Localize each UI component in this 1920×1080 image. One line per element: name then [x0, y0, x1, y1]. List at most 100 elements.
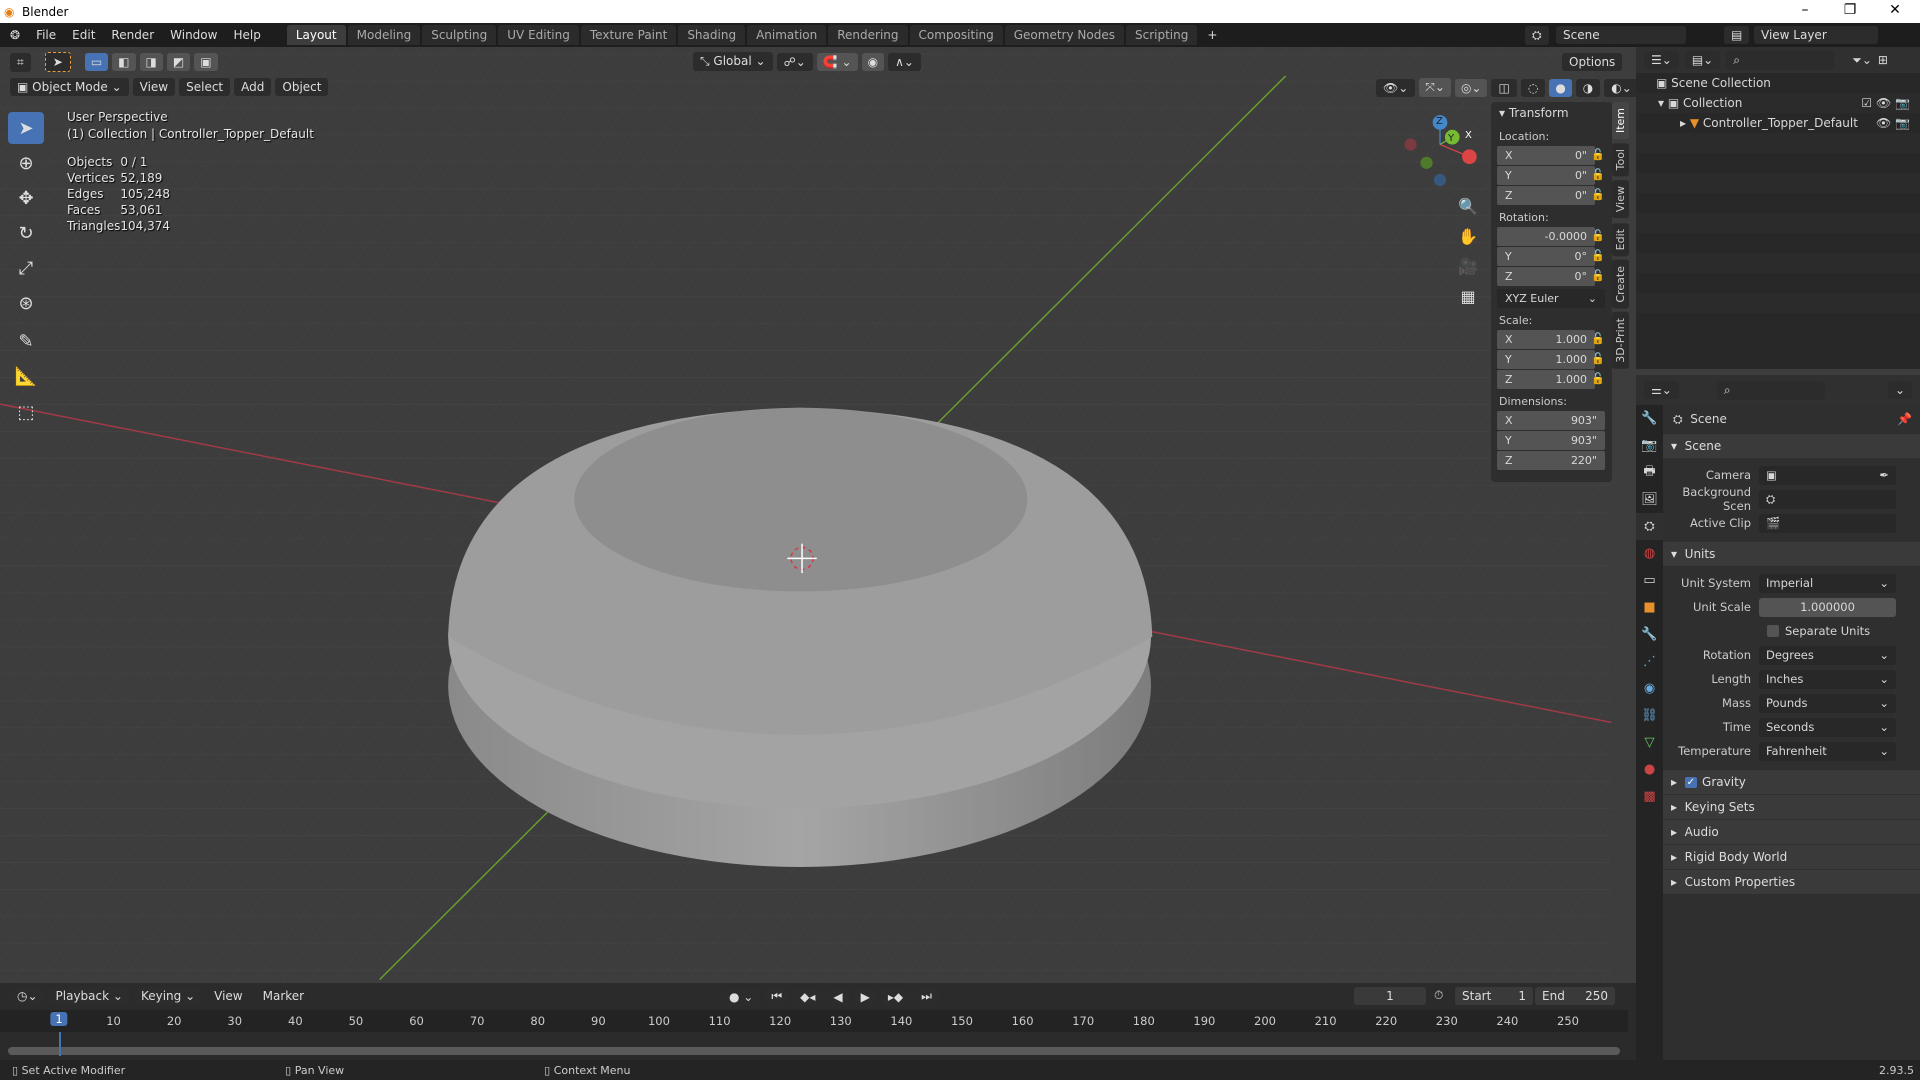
rotation-units-dropdown[interactable]: Degrees ⌄	[1759, 645, 1896, 665]
gizmo-toggle-icon[interactable]: ⤧⌄	[1419, 78, 1451, 97]
xray-icon[interactable]: ◫	[1491, 78, 1517, 97]
add-workspace-button[interactable]: +	[1199, 28, 1225, 42]
lock-icon[interactable]: 🔓	[1591, 188, 1605, 201]
pan-hand-icon[interactable]: ✋	[1454, 222, 1482, 252]
transform-header[interactable]: ▾ Transform	[1491, 102, 1612, 124]
select-mode-extend-icon[interactable]: ◧	[112, 53, 136, 71]
length-units-dropdown[interactable]: Inches ⌄	[1759, 669, 1896, 689]
time-units-dropdown[interactable]: Seconds ⌄	[1759, 717, 1896, 737]
background-scene-field[interactable]: ⛭	[1759, 489, 1896, 509]
viewport-menu-add[interactable]: Add	[234, 78, 272, 96]
viewport-menu-select[interactable]: Select	[179, 78, 231, 96]
blender-menu-icon[interactable]: ❂	[0, 28, 28, 42]
measure-icon[interactable]: 📐	[8, 360, 44, 392]
solid-shading-icon[interactable]: ●	[1549, 78, 1572, 97]
play-reverse-icon[interactable]: ◀	[826, 987, 850, 1006]
rotation-z-field[interactable]: Z 0°	[1497, 267, 1595, 286]
constraints-tab-icon[interactable]: ⛓	[1636, 702, 1663, 729]
start-frame-field[interactable]: Start 1	[1455, 987, 1533, 1005]
tab-scripting[interactable]: Scripting	[1125, 25, 1198, 45]
pin-icon[interactable]: 📌	[1897, 412, 1920, 426]
playhead-line[interactable]	[59, 1032, 61, 1056]
view-layer-icon[interactable]: ▤	[1724, 26, 1750, 44]
jump-start-icon[interactable]: ⏮	[764, 987, 790, 1006]
separate-units-checkbox[interactable]	[1767, 625, 1779, 637]
pivot-point-icon[interactable]: ☍⌄	[776, 52, 813, 71]
options-dropdown[interactable]: Options	[1562, 53, 1623, 71]
rotate-icon[interactable]: ↻	[8, 217, 44, 249]
camera-icon[interactable]: 📷	[1895, 116, 1910, 130]
menu-help[interactable]: Help	[225, 28, 268, 42]
eyedropper-icon[interactable]: ✒	[1879, 468, 1889, 482]
scale-y-field[interactable]: Y 1.000	[1497, 350, 1595, 369]
tab-layout[interactable]: Layout	[286, 25, 346, 45]
tab-shading[interactable]: Shading	[678, 25, 746, 45]
tool-tab-icon[interactable]: 🔧	[1636, 405, 1663, 432]
material-shading-icon[interactable]: ◑	[1575, 78, 1601, 97]
keying-menu[interactable]: Keying ⌄	[133, 987, 203, 1005]
annotate-icon[interactable]: ✎	[8, 325, 44, 357]
scene-section-header[interactable]: ▾ Scene	[1663, 434, 1920, 458]
unit-scale-field[interactable]: 1.000000	[1759, 597, 1896, 617]
lock-icon[interactable]: 🔓	[1591, 168, 1605, 181]
dimension-y-field[interactable]: Y 903"	[1497, 431, 1605, 450]
mode-dropdown[interactable]: ▣ Object Mode ⌄	[10, 78, 129, 96]
prev-keyframe-icon[interactable]: ◆◂	[793, 987, 823, 1006]
jump-end-icon[interactable]: ⏭	[914, 987, 939, 1006]
render-tab-icon[interactable]: 📷	[1636, 432, 1663, 459]
editor-type-icon[interactable]: ⚌⌄	[1644, 381, 1679, 399]
menu-file[interactable]: File	[28, 28, 64, 42]
select-box-icon[interactable]: ➤	[8, 112, 44, 144]
cursor-icon[interactable]: ⊕	[8, 147, 44, 179]
unit-system-dropdown[interactable]: Imperial ⌄	[1759, 573, 1896, 593]
scene-field[interactable]: Scene	[1556, 26, 1686, 44]
scene-tab-icon[interactable]: ⛭	[1636, 513, 1663, 540]
sidebar-tab-view[interactable]: View	[1612, 180, 1629, 219]
timeline-scrollbar[interactable]	[8, 1047, 1620, 1055]
outliner-row-scene-collection[interactable]: ▣ Scene Collection	[1636, 73, 1920, 93]
falloff-icon[interactable]: ∧⌄	[888, 52, 921, 71]
frame-ruler[interactable]: 1 10 20 30 40 50 60 70 80 90 100 110 120 130 140 150 160…	[0, 1010, 1628, 1032]
output-tab-icon[interactable]: 🖶	[1636, 459, 1663, 486]
scene-selector-icon[interactable]: ⛭	[1525, 26, 1549, 45]
select-mode-invert-icon[interactable]: ◩	[166, 53, 191, 71]
playback-menu[interactable]: Playback ⌄	[48, 987, 130, 1005]
record-icon[interactable]: ● ⌄	[722, 987, 761, 1006]
sidebar-tab-edit[interactable]: Edit	[1612, 222, 1629, 256]
display-mode-icon[interactable]: ▤⌄	[1684, 51, 1721, 69]
checkbox-icon[interactable]: ☑	[1861, 96, 1876, 110]
gizmo-x-label[interactable]: X	[1465, 130, 1472, 141]
audio-section-header[interactable]: ▸ Audio	[1663, 820, 1920, 844]
rotation-x-field[interactable]: -0.0000	[1497, 227, 1595, 246]
camera-icon[interactable]: 📷	[1895, 96, 1910, 110]
overlay-toggle-icon[interactable]: ◎⌄	[1454, 78, 1488, 97]
filter-icon[interactable]: ⏷⌄	[1852, 53, 1872, 68]
menu-window[interactable]: Window	[162, 28, 225, 42]
camera-field[interactable]: ▣ ✒	[1759, 465, 1896, 485]
eye-icon[interactable]: 👁	[1876, 96, 1895, 110]
modifier-tab-icon[interactable]: 🔧	[1636, 621, 1663, 648]
editor-type-icon[interactable]: ☰⌄	[1644, 51, 1679, 69]
physics-tab-icon[interactable]: ◉	[1636, 675, 1663, 702]
rendered-shading-icon[interactable]: ◐⌄	[1604, 78, 1639, 97]
gizmo-y-label[interactable]: Y	[1448, 133, 1454, 144]
rotation-mode-dropdown[interactable]: XYZ Euler ⌄	[1497, 289, 1605, 308]
lock-icon[interactable]: 🔓	[1591, 352, 1605, 365]
menu-render[interactable]: Render	[103, 28, 162, 42]
particles-tab-icon[interactable]: ⋰	[1636, 648, 1663, 675]
texture-tab-icon[interactable]: ▩	[1636, 783, 1663, 810]
scale-x-field[interactable]: X 1.000	[1497, 330, 1595, 349]
object-tab-icon[interactable]: ■	[1636, 594, 1663, 621]
properties-search-input[interactable]: ⌕	[1716, 380, 1825, 400]
view-layer-field[interactable]: View Layer	[1754, 26, 1878, 44]
outliner-row-collection[interactable]: ▾ ▣ Collection ☑ 👁 📷	[1636, 93, 1920, 113]
options-chevron-icon[interactable]: ⌄	[1887, 381, 1912, 399]
lock-icon[interactable]: 🔓	[1591, 269, 1605, 282]
select-tool-icon[interactable]: ➤	[44, 52, 71, 72]
menu-edit[interactable]: Edit	[64, 28, 103, 42]
snap-icon[interactable]: 🧲 ⌄	[816, 52, 858, 71]
eye-icon[interactable]: 👁	[1876, 116, 1895, 130]
lock-icon[interactable]: 🔓	[1591, 229, 1605, 242]
sidebar-tab-tool[interactable]: Tool	[1612, 143, 1629, 177]
current-frame-field[interactable]: 1	[1354, 987, 1426, 1005]
